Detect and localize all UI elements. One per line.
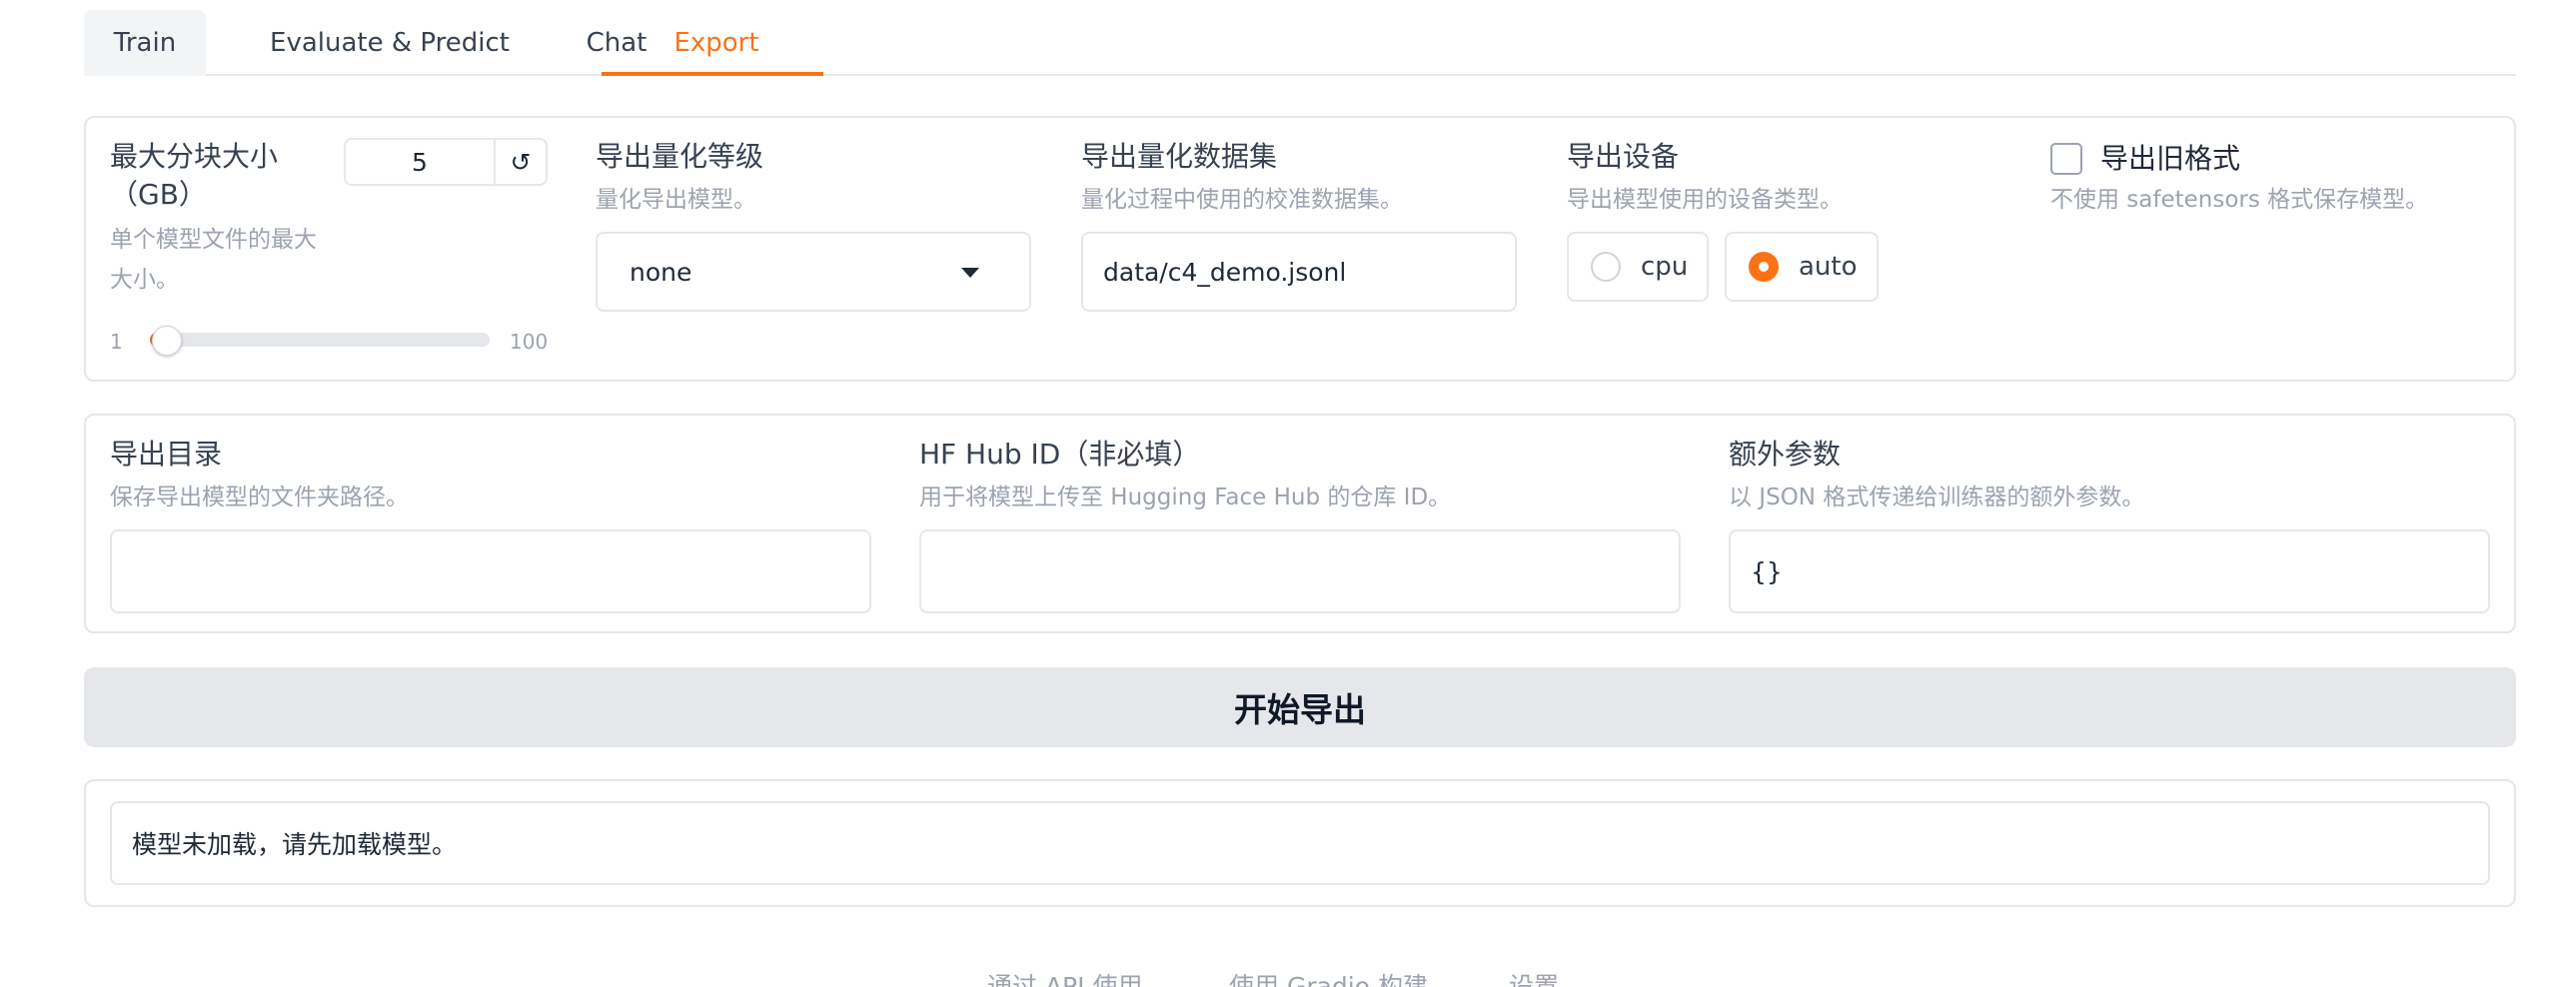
- radio-selected-icon: [1749, 252, 1779, 282]
- legacy-format-desc: 不使用 safetensors 格式保存模型。: [2050, 187, 2429, 213]
- hub-id-label: HF Hub ID（非必填）: [919, 438, 1201, 471]
- device-option-cpu-label: cpu: [1641, 252, 1689, 282]
- quantization-bit-label: 导出量化等级: [596, 140, 764, 173]
- export-dir-desc: 保存导出模型的文件夹路径。: [110, 485, 409, 510]
- active-tab-indicator: [602, 72, 823, 76]
- legacy-format-checkbox[interactable]: [2050, 143, 2082, 175]
- max-shard-size-desc-2: 大小。: [110, 267, 179, 293]
- reset-icon[interactable]: ↺: [494, 138, 548, 186]
- max-shard-size-input[interactable]: 5: [344, 138, 496, 186]
- quantization-dataset-desc: 量化过程中使用的校准数据集。: [1081, 187, 1403, 213]
- quantization-bit-desc: 量化导出模型。: [596, 187, 756, 213]
- hub-id-desc: 用于将模型上传至 Hugging Face Hub 的仓库 ID。: [919, 485, 1452, 510]
- export-device-label: 导出设备: [1567, 140, 1680, 173]
- slider-max-label: 100: [510, 330, 549, 354]
- legacy-format-label: 导出旧格式: [2100, 142, 2241, 175]
- slider-thumb[interactable]: [152, 326, 182, 356]
- max-shard-size-slider[interactable]: [150, 333, 490, 347]
- quantization-bit-value: none: [630, 257, 692, 287]
- radio-button-icon: [1591, 252, 1621, 282]
- quantization-dataset-label: 导出量化数据集: [1081, 140, 1278, 173]
- export-dir-label: 导出目录: [110, 438, 223, 471]
- slider-min-label: 1: [110, 330, 123, 354]
- start-export-button[interactable]: 开始导出: [84, 667, 2516, 747]
- export-device-desc: 导出模型使用的设备类型。: [1567, 187, 1843, 213]
- quantization-dataset-input[interactable]: data/c4_demo.jsonl: [1081, 232, 1517, 312]
- max-shard-size-label: 最大分块大小: [110, 140, 279, 173]
- tab-train[interactable]: Train: [84, 10, 206, 76]
- device-option-cpu[interactable]: cpu: [1567, 232, 1709, 302]
- extra-args-label: 额外参数: [1729, 438, 1842, 471]
- built-with-gradio-link[interactable]: 使用 Gradio 构建: [1229, 967, 1428, 987]
- use-via-api-link[interactable]: 通过 API 使用: [987, 967, 1142, 987]
- tab-export[interactable]: Export: [604, 10, 829, 76]
- max-shard-size-unit: （GB）: [110, 178, 207, 211]
- chevron-down-icon: [961, 268, 979, 278]
- device-option-auto[interactable]: auto: [1725, 232, 1879, 302]
- max-shard-size-desc-1: 单个模型文件的最大: [110, 227, 317, 253]
- device-option-auto-label: auto: [1799, 252, 1858, 282]
- extra-args-input[interactable]: {}: [1729, 529, 2490, 613]
- hub-id-input[interactable]: [919, 529, 1681, 613]
- tab-evaluate-predict[interactable]: Evaluate & Predict: [230, 10, 550, 76]
- export-dir-input[interactable]: [110, 529, 871, 613]
- footer: 通过 API 使用 使用 Gradio 构建 设置: [0, 967, 2576, 987]
- settings-link[interactable]: 设置: [1509, 967, 1559, 987]
- output-box: 模型未加载，请先加载模型。: [110, 801, 2490, 885]
- tab-bar: Train Evaluate & Predict Chat Export: [84, 10, 2516, 76]
- extra-args-desc: 以 JSON 格式传递给训练器的额外参数。: [1729, 485, 2145, 510]
